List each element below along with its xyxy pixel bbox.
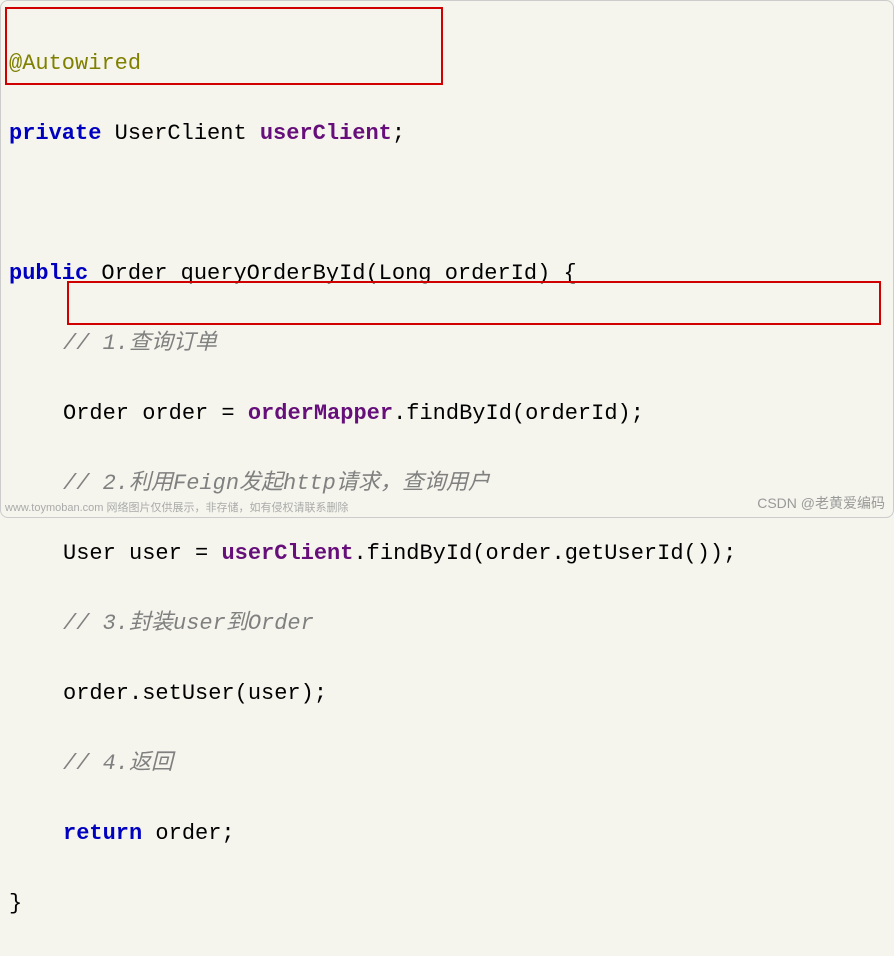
comment-3: // 3.封装user到Order bbox=[63, 611, 314, 636]
keyword-return: return bbox=[63, 821, 142, 846]
comment-1: // 1.查询订单 bbox=[63, 331, 217, 356]
method-name: queryOrderById bbox=[181, 261, 366, 286]
closing-brace: } bbox=[9, 891, 22, 916]
code-line6b: .findById(orderId); bbox=[393, 401, 644, 426]
code-line6a: Order order = bbox=[63, 401, 248, 426]
field-userclient-call: userClient bbox=[221, 541, 353, 566]
watermark-right: CSDN @老黄爱编码 bbox=[757, 493, 885, 513]
code-line10: order.setUser(user); bbox=[63, 681, 327, 706]
keyword-private: private bbox=[9, 121, 101, 146]
comment-2: // 2.利用Feign发起http请求，查询用户 bbox=[63, 471, 490, 496]
watermark-left: www.toymoban.com 网络图片仅供展示，非存储，如有侵权请联系删除 bbox=[5, 499, 348, 515]
code-block: @Autowired private UserClient userClient… bbox=[9, 11, 885, 956]
code-line8b: .findById(order.getUserId()); bbox=[353, 541, 736, 566]
code-line8a: User user = bbox=[63, 541, 221, 566]
method-params: (Long orderId) { bbox=[365, 261, 576, 286]
field-userclient: userClient bbox=[260, 121, 392, 146]
type-order: Order bbox=[88, 261, 180, 286]
keyword-public: public bbox=[9, 261, 88, 286]
code-line12: order; bbox=[142, 821, 234, 846]
type-userclient: UserClient bbox=[101, 121, 259, 146]
comment-4: // 4.返回 bbox=[63, 751, 173, 776]
field-ordermapper: orderMapper bbox=[248, 401, 393, 426]
semicolon: ; bbox=[392, 121, 405, 146]
annotation-autowired: @Autowired bbox=[9, 51, 141, 76]
